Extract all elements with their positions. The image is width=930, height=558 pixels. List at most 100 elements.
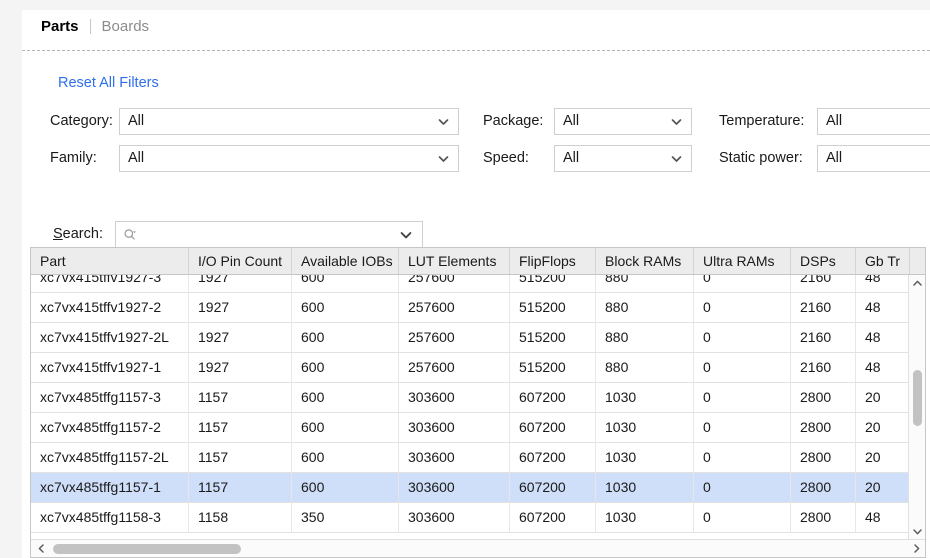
- chevron-down-icon: [437, 115, 450, 128]
- temperature-value: All: [826, 113, 843, 129]
- table-cell: 1030: [596, 503, 694, 532]
- table-cell: 607200: [510, 443, 596, 472]
- table-cell: 1157: [189, 383, 292, 412]
- parts-table: Part I/O Pin Count Available IOBs LUT Eleme…: [30, 247, 926, 558]
- temperature-select[interactable]: All: [817, 108, 930, 135]
- table-cell: 2160: [791, 275, 856, 292]
- table-cell: 515200: [510, 353, 596, 382]
- scroll-up-icon[interactable]: [909, 275, 925, 292]
- table-cell: 303600: [399, 383, 510, 412]
- column-header[interactable]: Gb Tr: [856, 248, 910, 274]
- table-cell: 1030: [596, 443, 694, 472]
- table-row[interactable]: xc7vx415tffv1927-3 1927 600 257600 515200 880…: [31, 275, 910, 293]
- table-cell: 2160: [791, 323, 856, 352]
- table-cell: 0: [694, 383, 791, 412]
- table-cell: 0: [694, 275, 791, 292]
- table-cell: 303600: [399, 413, 510, 442]
- column-header[interactable]: Block RAMs: [596, 248, 694, 274]
- table-cell: 607200: [510, 383, 596, 412]
- table-cell: 0: [694, 503, 791, 532]
- speed-select[interactable]: All: [554, 145, 692, 172]
- horizontal-scrollbar[interactable]: [31, 539, 925, 557]
- table-cell: 0: [694, 443, 791, 472]
- table-cell: 600: [292, 443, 399, 472]
- vertical-scrollbar-thumb[interactable]: [913, 370, 922, 426]
- chevron-down-icon: [670, 115, 683, 128]
- package-value: All: [563, 113, 580, 129]
- search-input[interactable]: [115, 221, 423, 248]
- scroll-down-icon[interactable]: [909, 523, 925, 540]
- category-select[interactable]: All: [119, 108, 459, 135]
- search-label-mnemonic: S: [53, 226, 63, 242]
- column-header[interactable]: DSPs: [791, 248, 856, 274]
- table-cell: 350: [292, 503, 399, 532]
- table-row[interactable]: xc7vx415tffv1927-2L 1927 600 257600 515200 88…: [31, 323, 910, 353]
- table-cell: 880: [596, 353, 694, 382]
- table-cell: 600: [292, 275, 399, 292]
- table-cell: 515200: [510, 293, 596, 322]
- vertical-scrollbar[interactable]: [908, 275, 925, 540]
- horizontal-scrollbar-thumb[interactable]: [53, 544, 241, 554]
- table-cell: 1158: [189, 503, 292, 532]
- tab-separator: [89, 19, 91, 34]
- table-cell: 20: [856, 473, 910, 502]
- table-cell: 607200: [510, 473, 596, 502]
- table-cell: 880: [596, 323, 694, 352]
- table-row[interactable]: xc7vx485tffg1157-1 1157 600 303600 607200 103…: [31, 473, 910, 503]
- table-row[interactable]: xc7vx415tffv1927-2 1927 600 257600 515200 880…: [31, 293, 910, 323]
- table-cell: xc7vx485tffg1157-3: [31, 383, 189, 412]
- search-label-rest: earch:: [62, 226, 103, 242]
- table-cell: 48: [856, 503, 910, 532]
- table-row[interactable]: xc7vx485tffg1157-3 1157 600 303600 607200 103…: [31, 383, 910, 413]
- column-header[interactable]: LUT Elements: [399, 248, 510, 274]
- table-cell: 20: [856, 383, 910, 412]
- table-cell: 20: [856, 413, 910, 442]
- table-cell: xc7vx485tffg1157-2L: [31, 443, 189, 472]
- filter-row-1: Category: All Package: All Temperature:: [22, 108, 930, 145]
- scroll-left-icon[interactable]: [33, 540, 50, 557]
- table-cell: xc7vx485tffg1157-2: [31, 413, 189, 442]
- table-cell: 257600: [399, 353, 510, 382]
- scroll-right-icon[interactable]: [908, 540, 925, 557]
- column-header[interactable]: Part: [31, 248, 189, 274]
- table-row[interactable]: xc7vx485tffg1158-3 1158 350 303600 607200 103…: [31, 503, 910, 533]
- reset-all-filters-link[interactable]: Reset All Filters: [58, 75, 159, 91]
- table-cell: 257600: [399, 323, 510, 352]
- table-cell: 1030: [596, 473, 694, 502]
- table-row[interactable]: xc7vx485tffg1157-2 1157 600 303600 607200 103…: [31, 413, 910, 443]
- chevron-down-icon[interactable]: [399, 228, 413, 242]
- column-header[interactable]: Ultra RAMs: [694, 248, 791, 274]
- family-select[interactable]: All: [119, 145, 459, 172]
- tab-boards[interactable]: Boards: [96, 18, 156, 36]
- table-row[interactable]: xc7vx485tffg1157-2L 1157 600 303600 607200 10…: [31, 443, 910, 473]
- static-power-select[interactable]: All: [817, 145, 930, 172]
- table-row[interactable]: xc7vx415tffv1927-1 1927 600 257600 515200 880…: [31, 353, 910, 383]
- table-cell: 48: [856, 293, 910, 322]
- table-cell: 607200: [510, 503, 596, 532]
- table-cell: 1030: [596, 383, 694, 412]
- column-header[interactable]: FlipFlops: [510, 248, 596, 274]
- speed-label: Speed:: [483, 150, 529, 166]
- tab-parts[interactable]: Parts: [35, 18, 85, 36]
- filter-row-2: Family: All Speed: All Static power: All: [22, 145, 930, 182]
- table-cell: xc7vx415tffv1927-3: [31, 275, 189, 292]
- package-select[interactable]: All: [554, 108, 692, 135]
- table-cell: 257600: [399, 275, 510, 292]
- tab-bar: Parts Boards: [22, 10, 930, 43]
- temperature-label: Temperature:: [719, 113, 805, 129]
- table-cell: 48: [856, 353, 910, 382]
- family-value: All: [128, 150, 145, 166]
- table-cell: 515200: [510, 275, 596, 292]
- chevron-down-icon: [437, 152, 450, 165]
- column-header[interactable]: Available IOBs: [292, 248, 399, 274]
- table-cell: 600: [292, 413, 399, 442]
- filter-section: Category: All Package: All Temperature:: [22, 108, 930, 182]
- table-cell: 48: [856, 323, 910, 352]
- static-power-value: All: [826, 150, 843, 166]
- table-cell: 607200: [510, 413, 596, 442]
- table-cell: 1157: [189, 473, 292, 502]
- table-cell: 2800: [791, 443, 856, 472]
- content-panel: Parts Boards Reset All Filters Category:…: [22, 10, 930, 558]
- table-cell: 2800: [791, 473, 856, 502]
- column-header[interactable]: I/O Pin Count: [189, 248, 292, 274]
